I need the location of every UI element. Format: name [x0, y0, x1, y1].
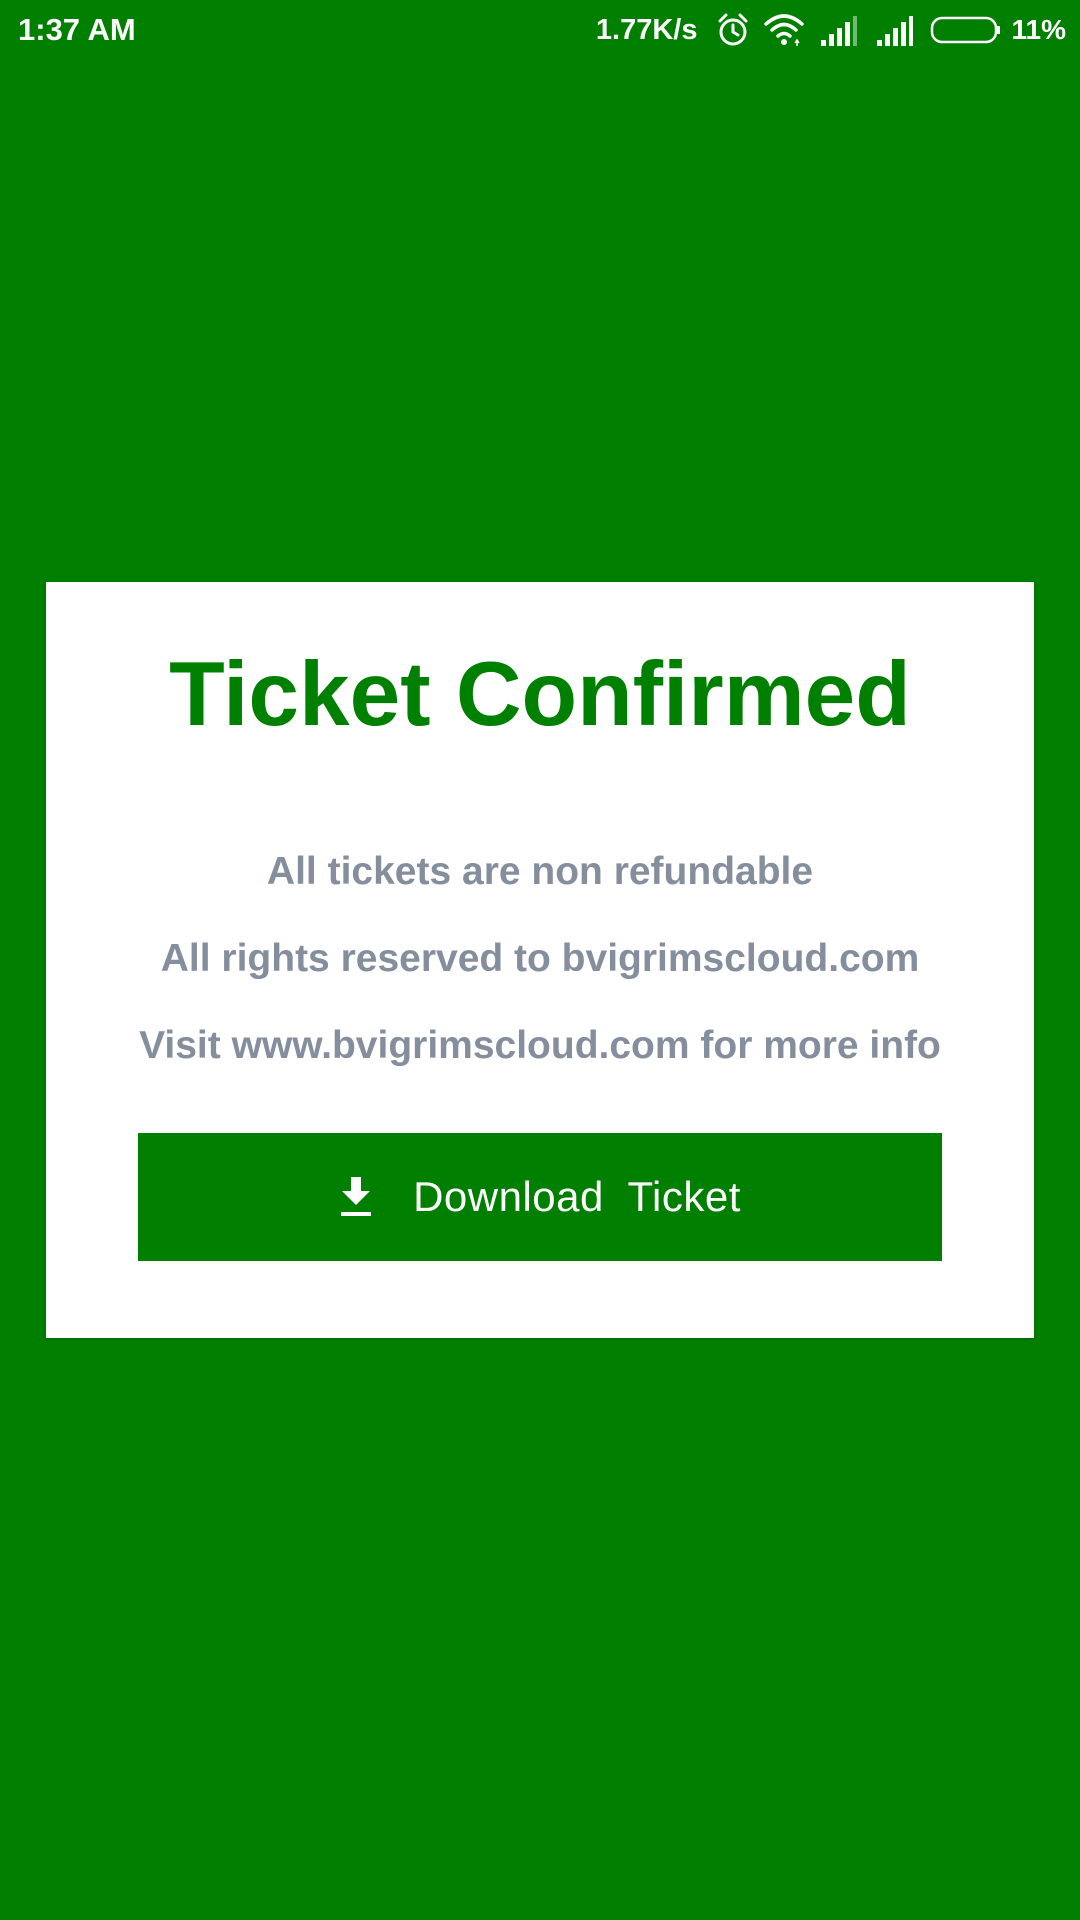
info-line-refund: All tickets are non refundable [266, 850, 814, 893]
status-time: 1:37 AM [18, 12, 136, 47]
status-indicators: 1.77K/s 11% [596, 10, 1066, 50]
download-ticket-button[interactable]: Download Ticket [138, 1133, 942, 1261]
battery-percent: 11% [1011, 14, 1067, 45]
alarm-icon [716, 12, 750, 48]
screen-background: 1:37 AM 1.77K/s 11% Ticket Confirmed All… [0, 0, 1080, 1920]
battery-icon [930, 12, 1002, 48]
download-button-label: Download Ticket [413, 1173, 741, 1220]
signal-icon [876, 12, 914, 48]
wifi-icon [763, 12, 804, 48]
download-icon [339, 1177, 373, 1217]
info-line-visit: Visit www.bvigrimscloud.com for more inf… [139, 1024, 941, 1067]
info-line-rights: All rights reserved to bvigrimscloud.com [160, 937, 920, 980]
status-bar: 1:37 AM 1.77K/s 11% [0, 0, 1080, 60]
network-speed: 1.77K/s [595, 14, 698, 46]
signal-icon [820, 12, 858, 48]
card-title: Ticket Confirmed [169, 644, 911, 745]
